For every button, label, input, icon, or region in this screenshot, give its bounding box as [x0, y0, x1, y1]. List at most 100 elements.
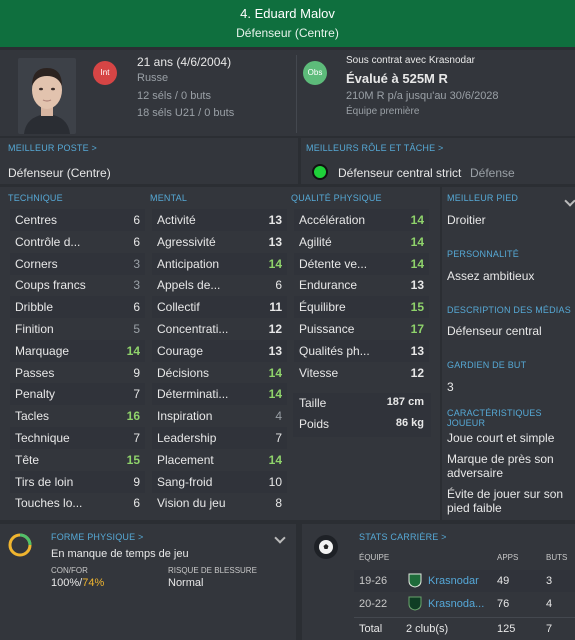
player-name: 4. Eduard Malov [240, 6, 335, 21]
attribute-row[interactable]: Placement 14 [157, 449, 282, 471]
attribute-label: Qualités ph... [299, 343, 370, 358]
attribute-row[interactable]: Finition 5 [15, 318, 140, 340]
attribute-value: 14 [268, 365, 282, 380]
attribute-row[interactable]: Déterminati... 14 [157, 383, 282, 405]
attribute-row[interactable]: Courage 13 [157, 340, 282, 362]
attribute-value: 14 [126, 343, 140, 358]
attribute-row[interactable]: Touches lo... 6 [15, 492, 140, 514]
attribute-label: Concentrati... [157, 322, 229, 336]
attribute-row[interactable]: Concentrati... 12 [157, 318, 282, 340]
career-total-label: Total [359, 623, 383, 635]
career-season: 19-26 [359, 575, 388, 587]
player-position: Défenseur (Centre) [236, 26, 339, 40]
player-caps: 12 séls / 0 buts [137, 90, 211, 102]
attribute-row[interactable]: Puissance 17 [299, 318, 424, 340]
role-indicator-icon [312, 164, 328, 180]
attribute-value: 15 [126, 452, 140, 467]
attribute-row[interactable]: Collectif 11 [157, 296, 282, 318]
scouting-badge[interactable]: Obs [303, 61, 327, 85]
fitness-panel [0, 524, 296, 640]
attribute-row[interactable]: Accélération 14 [299, 209, 424, 231]
attribute-row[interactable]: Qualités ph... 13 [299, 340, 424, 362]
attribute-row[interactable]: Décisions 14 [157, 362, 282, 384]
attribute-row[interactable]: Tête 15 [15, 449, 140, 471]
fitness-icon [8, 533, 32, 557]
attribute-value: 15 [410, 300, 424, 315]
attribute-row[interactable]: Coups francs 3 [15, 274, 140, 296]
attribute-row[interactable]: Appels de... 6 [157, 274, 282, 296]
attribute-row[interactable]: Passes 9 [15, 362, 140, 384]
contract-wage: 210M R p/a jusqu'au 30/6/2028 [346, 90, 499, 102]
attribute-label: Anticipation [157, 256, 220, 271]
career-team[interactable]: Krasnodar [428, 575, 479, 587]
attribute-label: Courage [157, 343, 204, 358]
attribute-row[interactable]: Vitesse 12 [299, 362, 424, 384]
attribute-value: 7 [133, 387, 140, 402]
attribute-value: 14 [410, 213, 424, 227]
attribute-value: 6 [133, 496, 140, 511]
attribute-label: Accélération [299, 213, 366, 227]
attribute-row[interactable]: Technique 7 [15, 427, 140, 449]
best-role-name: Défenseur central strict [338, 166, 462, 180]
attribute-label: Vitesse [299, 365, 339, 380]
injury-risk-label: RISQUE DE BLESSURE [168, 566, 257, 575]
attribute-row[interactable]: Tirs de loin 9 [15, 471, 140, 493]
attribute-row[interactable]: Corners 3 [15, 253, 140, 275]
attribute-row[interactable]: Vision du jeu 8 [157, 492, 282, 514]
attribute-row[interactable]: Contrôle d... 6 [15, 231, 140, 253]
attribute-value: 14 [268, 452, 282, 467]
attribute-row[interactable]: Dribble 6 [15, 296, 140, 318]
player-u21-caps: 18 séls U21 / 0 buts [137, 107, 235, 119]
preferred-foot-title: MEILLEUR PIED [447, 193, 519, 203]
attribute-row[interactable]: Équilibre 15 [299, 296, 424, 318]
attribute-label: Corners [15, 256, 58, 271]
career-stats-title[interactable]: STATS CARRIÈRE > [359, 532, 447, 542]
attribute-row[interactable]: Tacles 16 [15, 405, 140, 427]
attribute-label: Placement [157, 452, 214, 467]
club-crest-icon [408, 596, 422, 611]
attribute-row[interactable]: Marquage 14 [15, 340, 140, 362]
attribute-label: Agilité [299, 234, 332, 249]
attribute-row[interactable]: Centres 6 [15, 209, 140, 231]
attribute-label: Technique [15, 431, 70, 445]
match-fitness-percent: 74% [82, 577, 105, 589]
best-position-title[interactable]: MEILLEUR POSTE > [8, 143, 97, 153]
international-badge[interactable]: Int [93, 61, 117, 85]
fitness-title[interactable]: FORME PHYSIQUE > [51, 532, 143, 542]
divider [296, 55, 297, 133]
attribute-row[interactable]: Inspiration 4 [157, 405, 282, 427]
player-valuation: Évalué à 525M R [346, 71, 448, 86]
attribute-row[interactable]: Anticipation 14 [157, 253, 282, 275]
attribute-label: Tête [15, 452, 40, 467]
best-role-title[interactable]: MEILLEURS RÔLE ET TÂCHE > [306, 143, 443, 153]
career-team[interactable]: Krasnoda... [428, 598, 484, 610]
attribute-label: Touches lo... [15, 496, 83, 511]
attribute-label: Agressivité [157, 234, 216, 249]
best-position-value: Défenseur (Centre) [8, 166, 111, 180]
attribute-label: Détente ve... [299, 256, 368, 271]
attribute-value: 12 [410, 365, 424, 380]
career-goals: 3 [546, 575, 553, 587]
attribute-row[interactable]: Endurance 13 [299, 274, 424, 296]
contract-status: Sous contrat avec Krasnodar [346, 55, 475, 66]
attribute-row[interactable]: Détente ve... 14 [299, 253, 424, 275]
attribute-label: Équilibre [299, 300, 346, 315]
career-season: 20-22 [359, 598, 388, 610]
attribute-row[interactable]: Agressivité 13 [157, 231, 282, 253]
attribute-value: 6 [133, 300, 140, 315]
col-apps: APPS [497, 553, 519, 562]
physical-title: QUALITÉ PHYSIQUE [291, 193, 382, 203]
attribute-row[interactable]: Agilité 14 [299, 231, 424, 253]
attribute-row[interactable]: Penalty 7 [15, 383, 140, 405]
attribute-row[interactable]: Activité 13 [157, 209, 282, 231]
attribute-row[interactable]: Leadership 7 [157, 427, 282, 449]
career-goals: 4 [546, 598, 553, 610]
attribute-row[interactable]: Sang-froid 10 [157, 471, 282, 493]
divider [354, 617, 575, 618]
attribute-label: Collectif [157, 300, 200, 315]
attribute-label: Endurance [299, 278, 358, 293]
attribute-value: 12 [268, 322, 282, 336]
ball-icon [314, 535, 338, 559]
player-trait: Marque de près son adversaire [447, 452, 554, 480]
attribute-value: 9 [133, 474, 140, 489]
